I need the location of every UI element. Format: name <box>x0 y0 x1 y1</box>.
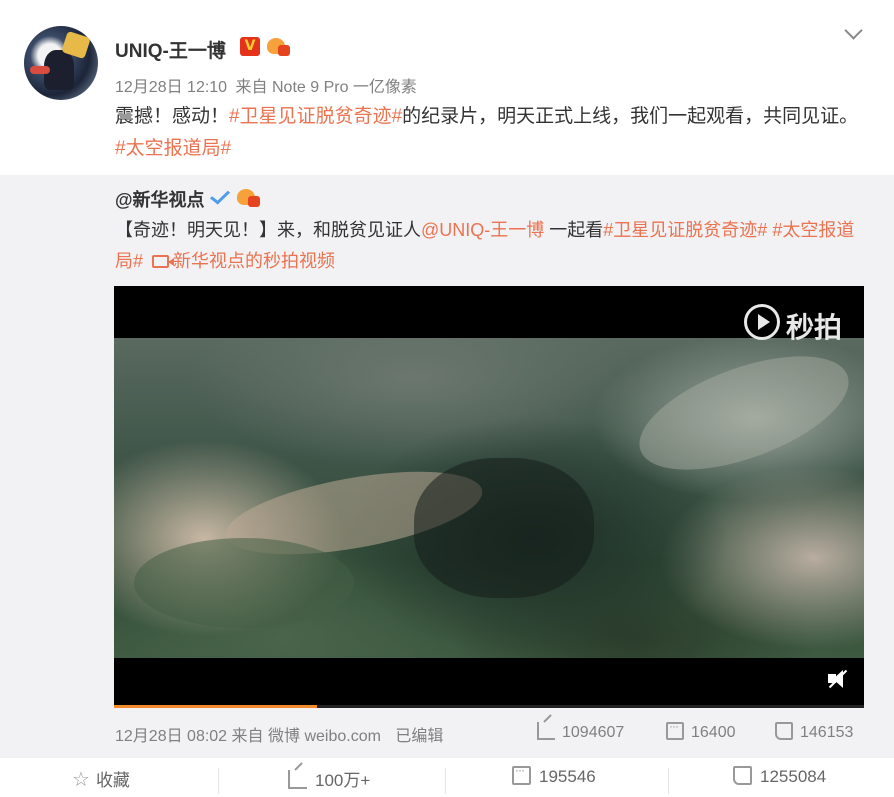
text-segment: 的纪录片，明天正式上线，我们一起观看，共同见证。 <box>402 106 859 127</box>
edited-label[interactable]: 已编辑 <box>395 728 443 745</box>
video-link[interactable]: 新华视点的秒拍视频 <box>173 251 335 271</box>
divider <box>668 768 669 794</box>
post-source: 来自 Note 9 Pro 一亿像素 <box>235 79 417 96</box>
share-icon <box>537 722 555 740</box>
video-frame <box>114 338 864 658</box>
post-username[interactable]: UNIQ-王一博 <box>115 36 226 63</box>
play-logo-icon <box>744 304 780 340</box>
mute-icon[interactable] <box>826 668 848 690</box>
like-icon <box>775 722 793 740</box>
comment-count: 16400 <box>691 724 736 741</box>
repost-text: 【奇迹！明天见！】来，和脱贫见证人@UNIQ-王一博 一起看#卫星见证脱贫奇迹#… <box>115 215 863 277</box>
forward-count: 100万+ <box>315 771 371 790</box>
comment-button[interactable]: 195546 <box>512 763 596 787</box>
repost-footer-meta: 12月28日 08:02 来自 微博 weibo.com 已编辑 <box>115 722 443 746</box>
chevron-down-icon[interactable] <box>843 22 865 44</box>
comment-total: 195546 <box>539 767 596 786</box>
divider <box>218 768 219 794</box>
post-meta: 12月28日 12:10 来自 Note 9 Pro 一亿像素 <box>115 73 417 97</box>
star-icon: ☆ <box>72 769 90 791</box>
topic-link[interactable]: #卫星见证脱贫奇迹# <box>603 220 767 240</box>
favorite-label: 收藏 <box>95 771 130 790</box>
video-link-icon <box>152 255 175 268</box>
weibo-post: UNIQ-王一博 V 12月28日 12:10 来自 Note 9 Pro 一亿… <box>0 0 894 797</box>
verified-v-badge-icon: V <box>240 37 260 56</box>
post-text: 震撼！感动！#卫星见证脱贫奇迹#的纪录片，明天正式上线，我们一起观看，共同见证。… <box>115 101 865 165</box>
topic-link[interactable]: #卫星见证脱贫奇迹# <box>229 106 402 127</box>
text-segment: 一起看 <box>544 220 604 240</box>
text-segment <box>143 251 148 271</box>
repost-comment-count[interactable]: 16400 <box>666 719 736 742</box>
avatar[interactable] <box>24 26 98 100</box>
divider <box>445 768 446 794</box>
repost-like-count[interactable]: 146153 <box>775 722 853 742</box>
share-icon <box>288 770 307 789</box>
mention-link[interactable]: @UNIQ-王一博 <box>421 220 544 240</box>
comment-icon <box>666 719 684 740</box>
fan-badge-icon <box>236 186 262 208</box>
comment-icon <box>512 763 531 785</box>
fan-badge-icon <box>265 35 291 57</box>
text-segment: 【奇迹！明天见！】来，和脱贫见证人 <box>115 220 421 240</box>
like-total: 1255084 <box>760 767 827 786</box>
like-icon <box>733 766 752 785</box>
share-count: 1094607 <box>562 724 625 741</box>
video-progress-fill <box>114 705 317 708</box>
repost-source: 来自 微博 weibo.com <box>231 728 381 745</box>
forward-button[interactable]: 100万+ <box>288 766 370 791</box>
topic-link[interactable]: #太空报道局# <box>115 138 231 159</box>
video-progress-bar[interactable] <box>114 705 864 708</box>
favorite-button[interactable]: ☆ 收藏 <box>72 766 130 792</box>
like-button[interactable]: 1255084 <box>733 766 826 787</box>
video-player[interactable] <box>114 286 864 708</box>
miaopai-logo: 秒拍 <box>744 300 846 348</box>
logo-text: 秒拍 <box>786 311 843 344</box>
repost-share-count[interactable]: 1094607 <box>537 722 624 742</box>
repost-username[interactable]: @新华视点 <box>115 186 205 212</box>
post-time[interactable]: 12月28日 12:10 <box>115 79 227 96</box>
repost-time[interactable]: 12月28日 08:02 <box>115 728 227 745</box>
text-segment: 震撼！感动！ <box>115 106 230 127</box>
blue-v-verified-icon <box>209 186 229 206</box>
like-count: 146153 <box>800 724 854 741</box>
